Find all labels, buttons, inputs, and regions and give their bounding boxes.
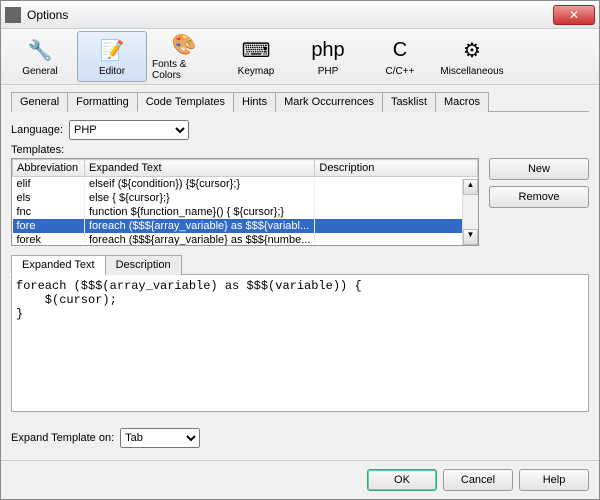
language-select[interactable]: PHP	[69, 120, 189, 140]
side-buttons: New Remove	[489, 158, 589, 246]
table-row[interactable]: fncfunction ${function_name}() { ${curso…	[13, 205, 478, 219]
expanded-text-area[interactable]: foreach ($$$(array_variable) as $$$(vari…	[11, 274, 589, 412]
cell-exp: foreach ($$${array_variable} as $$${vari…	[85, 219, 315, 233]
scroll-up-icon[interactable]: ▲	[463, 179, 478, 195]
cancel-button[interactable]: Cancel	[443, 469, 513, 491]
detail-tab-description[interactable]: Description	[105, 255, 182, 275]
cell-exp: foreach ($$${array_variable} as $$${numb…	[85, 233, 315, 246]
cell-desc	[315, 205, 478, 219]
remove-button[interactable]: Remove	[489, 186, 589, 208]
app-icon	[5, 7, 21, 23]
cell-abbr: els	[13, 191, 85, 205]
cell-abbr: elif	[13, 177, 85, 192]
tab-formatting[interactable]: Formatting	[67, 92, 138, 112]
toolbar-label: C/C++	[386, 66, 415, 77]
toolbar-icon: ⚙	[458, 36, 486, 64]
toolbar-icon: ⌨	[242, 36, 270, 64]
language-row: Language: PHP	[11, 120, 589, 140]
expand-template-row: Expand Template on: Tab	[11, 428, 589, 448]
close-button[interactable]: ✕	[553, 5, 595, 25]
ok-button[interactable]: OK	[367, 469, 437, 491]
content-area: GeneralFormattingCode TemplatesHintsMark…	[1, 85, 599, 460]
cell-desc	[315, 191, 478, 205]
expand-select[interactable]: Tab	[120, 428, 200, 448]
options-window: Options ✕ 🔧 General 📝 Editor 🎨Fonts & Colors…	[0, 0, 600, 500]
table-scrollbar[interactable]: ▲ ▼	[462, 179, 478, 245]
titlebar: Options ✕	[1, 1, 599, 29]
toolbar-label: General	[22, 66, 58, 77]
tab-mark-occurrences[interactable]: Mark Occurrences	[275, 92, 383, 112]
toolbar-general[interactable]: 🔧 General	[5, 31, 75, 82]
table-row[interactable]: elifelseif (${condition}) {${cursor};}	[13, 177, 478, 192]
cell-abbr: forek	[13, 233, 85, 246]
toolbar-icon: 🔧	[26, 36, 54, 64]
window-title: Options	[27, 8, 553, 22]
toolbar-miscellaneous[interactable]: ⚙ Miscellaneous	[437, 31, 507, 82]
tab-tasklist[interactable]: Tasklist	[382, 92, 436, 112]
cell-exp: function ${function_name}() { ${cursor};…	[85, 205, 315, 219]
category-toolbar: 🔧 General 📝 Editor 🎨Fonts & Colors ⌨ Keymap php…	[1, 29, 599, 85]
cell-abbr: fore	[13, 219, 85, 233]
col-expanded-text[interactable]: Expanded Text	[85, 160, 315, 177]
language-label: Language:	[11, 124, 63, 136]
toolbar-icon: C	[386, 36, 414, 64]
toolbar-keymap[interactable]: ⌨ Keymap	[221, 31, 291, 82]
col-description[interactable]: Description	[315, 160, 478, 177]
toolbar-editor[interactable]: 📝 Editor	[77, 31, 147, 82]
toolbar-label: PHP	[318, 66, 339, 77]
help-button[interactable]: Help	[519, 469, 589, 491]
tab-hints[interactable]: Hints	[233, 92, 276, 112]
cell-desc	[315, 233, 478, 246]
tab-code-templates[interactable]: Code Templates	[137, 92, 234, 112]
new-button[interactable]: New	[489, 158, 589, 180]
scroll-down-icon[interactable]: ▼	[463, 229, 478, 245]
templates-label: Templates:	[11, 144, 589, 156]
toolbar-label: Fonts & Colors	[152, 59, 216, 81]
table-row[interactable]: foreforeach ($$${array_variable} as $$${…	[13, 219, 478, 233]
toolbar-label: Keymap	[238, 66, 275, 77]
toolbar-icon: 📝	[98, 36, 126, 64]
tab-general[interactable]: General	[11, 92, 68, 112]
cell-exp: else { ${cursor};}	[85, 191, 315, 205]
tab-macros[interactable]: Macros	[435, 92, 489, 112]
toolbar-label: Editor	[99, 66, 125, 77]
table-row[interactable]: forekforeach ($$${array_variable} as $$$…	[13, 233, 478, 246]
dialog-footer: OK Cancel Help	[1, 460, 599, 499]
toolbar-fonts-colors[interactable]: 🎨Fonts & Colors	[149, 31, 219, 82]
toolbar-icon: 🎨	[170, 32, 198, 57]
detail-tab-expanded-text[interactable]: Expanded Text	[11, 255, 106, 275]
detail-tabstrip: Expanded TextDescription	[11, 254, 589, 274]
toolbar-c-c-[interactable]: C C/C++	[365, 31, 435, 82]
editor-tabstrip: GeneralFormattingCode TemplatesHintsMark…	[11, 91, 589, 112]
cell-desc	[315, 177, 478, 192]
col-abbreviation[interactable]: Abbreviation	[13, 160, 85, 177]
cell-desc	[315, 219, 478, 233]
toolbar-label: Miscellaneous	[440, 66, 503, 77]
toolbar-php[interactable]: php PHP	[293, 31, 363, 82]
toolbar-icon: php	[314, 36, 342, 64]
cell-abbr: fnc	[13, 205, 85, 219]
expand-label: Expand Template on:	[11, 432, 114, 444]
table-row[interactable]: elselse { ${cursor};}	[13, 191, 478, 205]
cell-exp: elseif (${condition}) {${cursor};}	[85, 177, 315, 192]
templates-table[interactable]: AbbreviationExpanded TextDescription eli…	[11, 158, 479, 246]
